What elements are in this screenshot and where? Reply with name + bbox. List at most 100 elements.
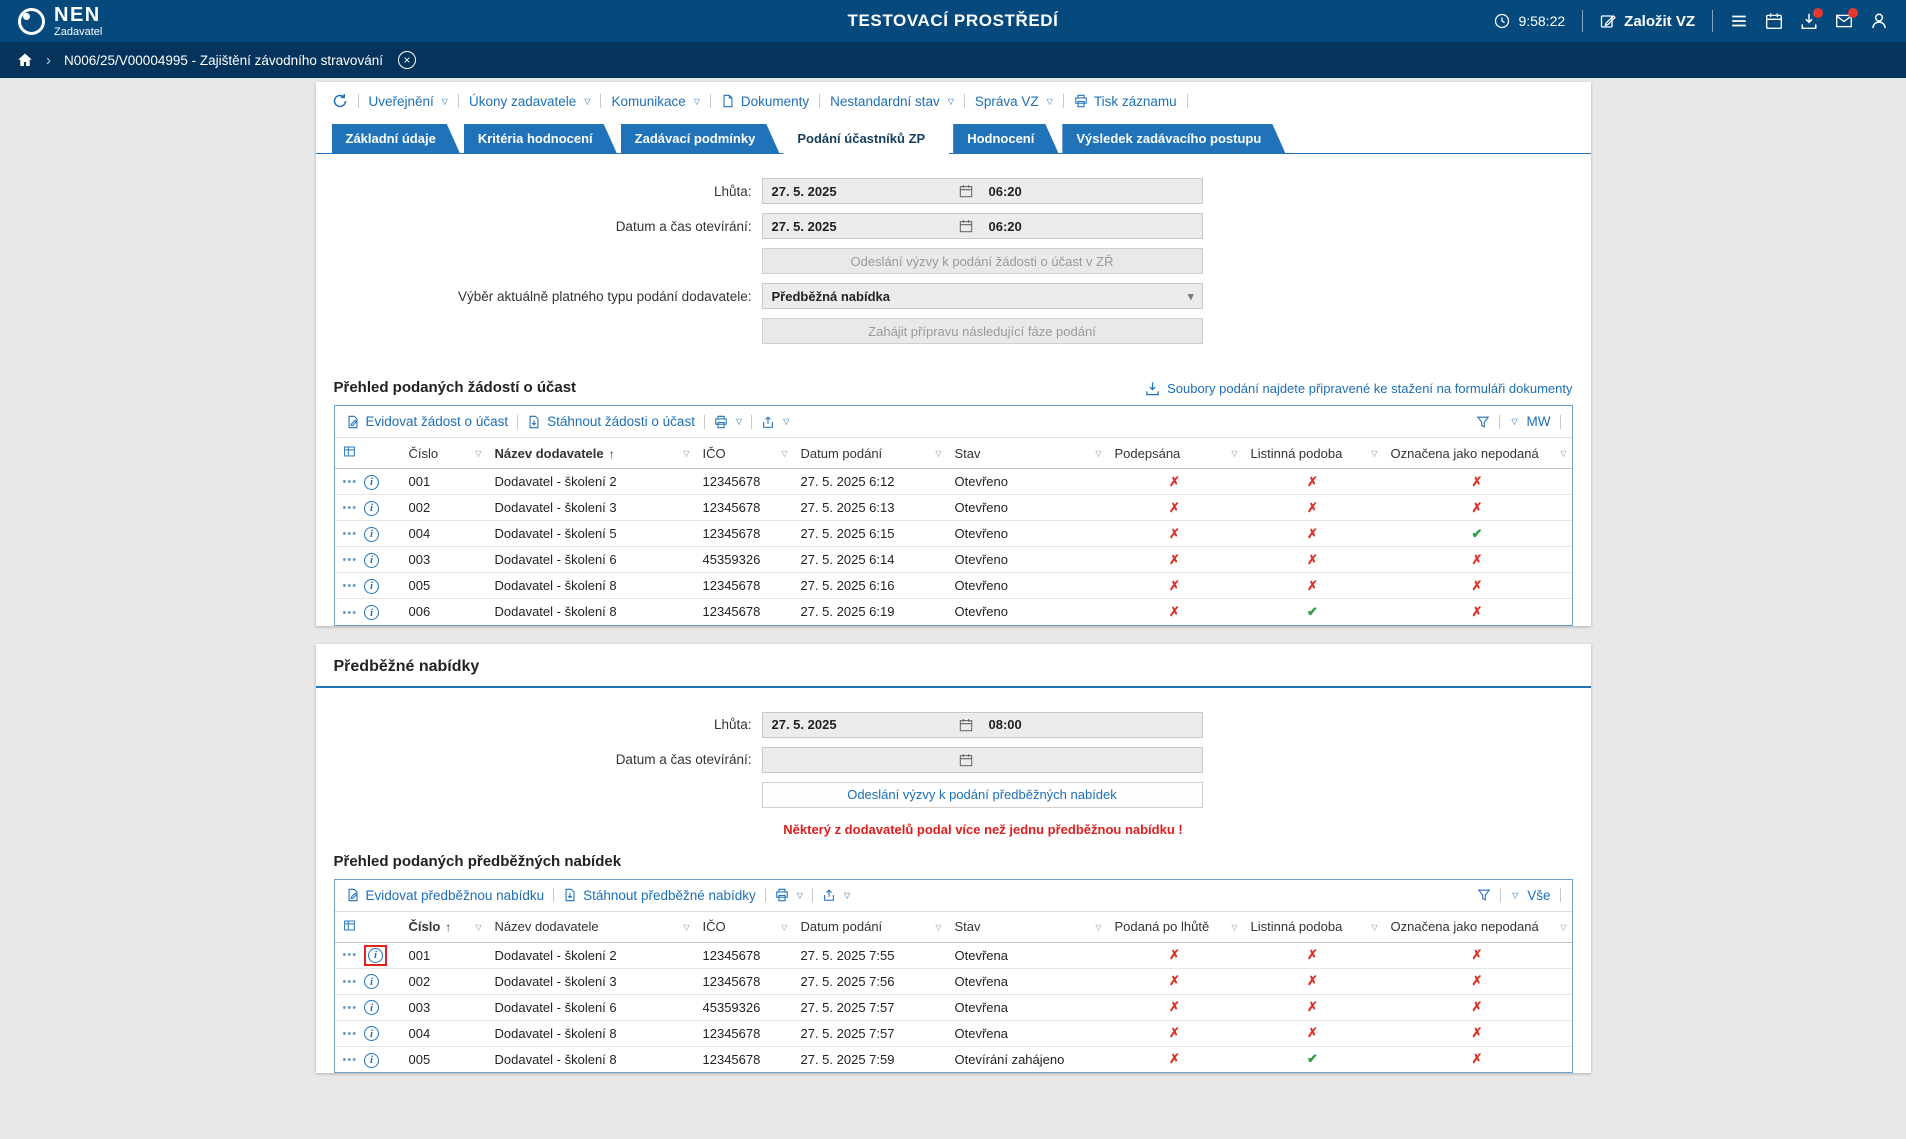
table-row[interactable]: ••• i 006 Dodavatel - školení 8 12345678 27. … [335, 599, 1572, 625]
calendar-icon[interactable] [959, 718, 973, 732]
info-icon[interactable]: i [364, 1026, 380, 1042]
view-selector[interactable]: MW [1527, 414, 1551, 429]
info-icon[interactable]: i [364, 526, 380, 542]
filter-icon[interactable] [1476, 415, 1490, 429]
col-stav[interactable]: Stav ▽ [946, 910, 1107, 943]
register-offer-button[interactable]: Evidovat předběžnou nabídku [346, 888, 544, 903]
col-listinna-podoba[interactable]: Listinná podoba ▽ [1242, 437, 1383, 469]
toolbar-item-sprava-vz[interactable]: Správa VZ ▽ [975, 94, 1053, 109]
table-row[interactable]: ••• i 003 Dodavatel - školení 6 45359326 27. … [334, 546, 1572, 573]
row-menu-icon[interactable]: ••• [343, 580, 358, 592]
register-request-button[interactable]: Evidovat žádost o účast [346, 414, 508, 429]
info-icon[interactable]: i [364, 605, 380, 620]
col-podana-po-lhute[interactable]: Podaná po lhůtě ▽ [1106, 910, 1243, 943]
calendar-button[interactable] [1765, 12, 1783, 30]
toolbar-item-dokumenty[interactable]: Dokumenty [721, 94, 809, 109]
column-menu-icon[interactable]: ▽ [1231, 923, 1237, 932]
nen-logo[interactable]: NEN Zadavatel [18, 5, 102, 38]
export-button[interactable]: ▽ [822, 888, 850, 902]
calendar-icon[interactable] [959, 184, 973, 198]
info-icon[interactable]: i [364, 578, 380, 594]
col-oznacena-jako-nepodana[interactable]: Označena jako nepodaná ▽ [1382, 910, 1572, 943]
view-selector[interactable]: Vše [1527, 888, 1550, 903]
row-menu-icon[interactable]: ••• [343, 476, 358, 488]
calendar-icon[interactable] [959, 753, 973, 767]
menu-button[interactable] [1730, 12, 1748, 30]
info-icon[interactable]: i [364, 1000, 380, 1016]
table-row[interactable]: ••• i 001 Dodavatel - školení 2 12345678 27. … [334, 942, 1572, 969]
table-row[interactable]: ••• i 004 Dodavatel - školení 8 12345678 27. … [334, 1020, 1572, 1047]
create-vz-button[interactable]: Založit VZ [1600, 13, 1695, 30]
print-button[interactable]: ▽ [775, 888, 803, 902]
col-podepsana[interactable]: Podepsána ▽ [1106, 437, 1243, 469]
opening-date[interactable]: 27. 5. 2025 [763, 219, 959, 234]
home-button[interactable] [17, 52, 33, 68]
opening-field[interactable]: 27. 5. 2025 06:20 [761, 213, 1203, 239]
deadline-date[interactable]: 27. 5. 2025 [763, 184, 959, 199]
column-menu-icon[interactable]: ▽ [781, 923, 787, 932]
submission-files-link[interactable]: Soubory podání najdete připravené ke sta… [1145, 381, 1573, 396]
info-icon[interactable]: i [364, 474, 380, 490]
messages-button[interactable] [1835, 8, 1858, 30]
toolbar-item-komunikace[interactable]: Komunikace ▽ [611, 94, 699, 109]
column-menu-icon[interactable]: ▽ [1231, 449, 1237, 458]
col-cislo[interactable]: Číslo ↑ ▽ [400, 910, 487, 943]
deadline-time[interactable]: 08:00 [973, 717, 1022, 732]
col-listinna-podoba[interactable]: Listinná podoba ▽ [1242, 910, 1383, 943]
deadline-date[interactable]: 27. 5. 2025 [763, 717, 959, 732]
table-row[interactable]: ••• i 002 Dodavatel - školení 3 12345678 27. … [334, 494, 1572, 521]
chevron-down-icon[interactable]: ▽ [1512, 891, 1518, 900]
toolbar-item-tisk-zaznamu[interactable]: Tisk záznamu [1074, 94, 1177, 109]
col-oznacena-jako-nepodana[interactable]: Označena jako nepodaná ▽ [1382, 437, 1572, 469]
table-row[interactable]: ••• i 005 Dodavatel - školení 8 12345678 27. … [334, 572, 1572, 599]
info-icon[interactable]: i [364, 500, 380, 516]
column-menu-icon[interactable]: ▽ [683, 923, 689, 932]
row-menu-icon[interactable]: ••• [343, 607, 358, 619]
download-offers-button[interactable]: Stáhnout předběžné nabídky [563, 888, 756, 903]
row-menu-icon[interactable]: ••• [343, 1054, 358, 1066]
column-menu-icon[interactable]: ▽ [683, 449, 689, 458]
column-menu-icon[interactable]: ▽ [1371, 449, 1377, 458]
calendar-icon[interactable] [959, 219, 973, 233]
submission-type-select[interactable]: Předběžná nabídka ▾ [761, 283, 1203, 309]
info-icon[interactable]: i [364, 974, 380, 990]
breadcrumb-record[interactable]: N006/25/V00004995 - Zajištění závodního … [64, 53, 383, 68]
info-icon[interactable]: i [364, 552, 380, 568]
tab-hodnoceni[interactable]: Hodnocení [953, 124, 1058, 153]
col-datum-podani[interactable]: Datum podání ▽ [792, 910, 947, 943]
tab-zakladni-udaje[interactable]: Základní údaje [332, 124, 460, 153]
col-settings[interactable] [334, 910, 401, 943]
tab-vysledek[interactable]: Výsledek zadávacího postupu [1062, 124, 1285, 153]
col-stav[interactable]: Stav ▽ [946, 437, 1107, 469]
download-requests-button[interactable]: Stáhnout žádosti o účast [527, 414, 695, 429]
profile-button[interactable] [1870, 12, 1888, 30]
row-menu-icon[interactable]: ••• [343, 1028, 358, 1040]
close-record-button[interactable]: × [397, 51, 416, 69]
col-cislo[interactable]: Číslo ▽ [400, 437, 487, 469]
col-datum-podani[interactable]: Datum podání ▽ [792, 437, 947, 469]
column-menu-icon[interactable]: ▽ [1095, 923, 1101, 932]
table-row[interactable]: ••• i 001 Dodavatel - školení 2 12345678 27. … [334, 468, 1572, 495]
col-ico[interactable]: IČO ▽ [694, 910, 793, 943]
col-ico[interactable]: IČO ▽ [694, 437, 793, 469]
row-menu-icon[interactable]: ••• [343, 502, 358, 514]
send-preliminary-invite-button[interactable]: Odeslání výzvy k podání předběžných nabí… [761, 781, 1203, 808]
row-menu-icon[interactable]: ••• [343, 554, 358, 566]
column-menu-icon[interactable]: ▽ [935, 923, 941, 932]
column-menu-icon[interactable]: ▽ [1560, 923, 1566, 932]
tab-podani-ucastniku-zp[interactable]: Podání účastníků ZP [783, 124, 949, 154]
row-menu-icon[interactable]: ••• [343, 976, 358, 988]
tab-kriteria-hodnoceni[interactable]: Kritéria hodnocení [464, 124, 617, 153]
print-button[interactable]: ▽ [714, 415, 742, 429]
column-menu-icon[interactable]: ▽ [935, 449, 941, 458]
column-menu-icon[interactable]: ▽ [1560, 449, 1566, 458]
col-nazev-dodavatele[interactable]: Název dodavatele ▽ [486, 910, 695, 943]
toolbar-item-ukony-zadavatele[interactable]: Úkony zadavatele ▽ [469, 94, 590, 109]
column-menu-icon[interactable]: ▽ [475, 923, 481, 932]
table-row[interactable]: ••• i 002 Dodavatel - školení 3 12345678 27. … [334, 968, 1572, 995]
table-row[interactable]: ••• i 003 Dodavatel - školení 6 45359326 27. … [334, 994, 1572, 1021]
back-icon[interactable] [332, 93, 348, 109]
row-menu-icon[interactable]: ••• [343, 1002, 358, 1014]
chevron-down-icon[interactable]: ▽ [1511, 417, 1517, 426]
info-icon[interactable]: i [364, 1052, 380, 1068]
